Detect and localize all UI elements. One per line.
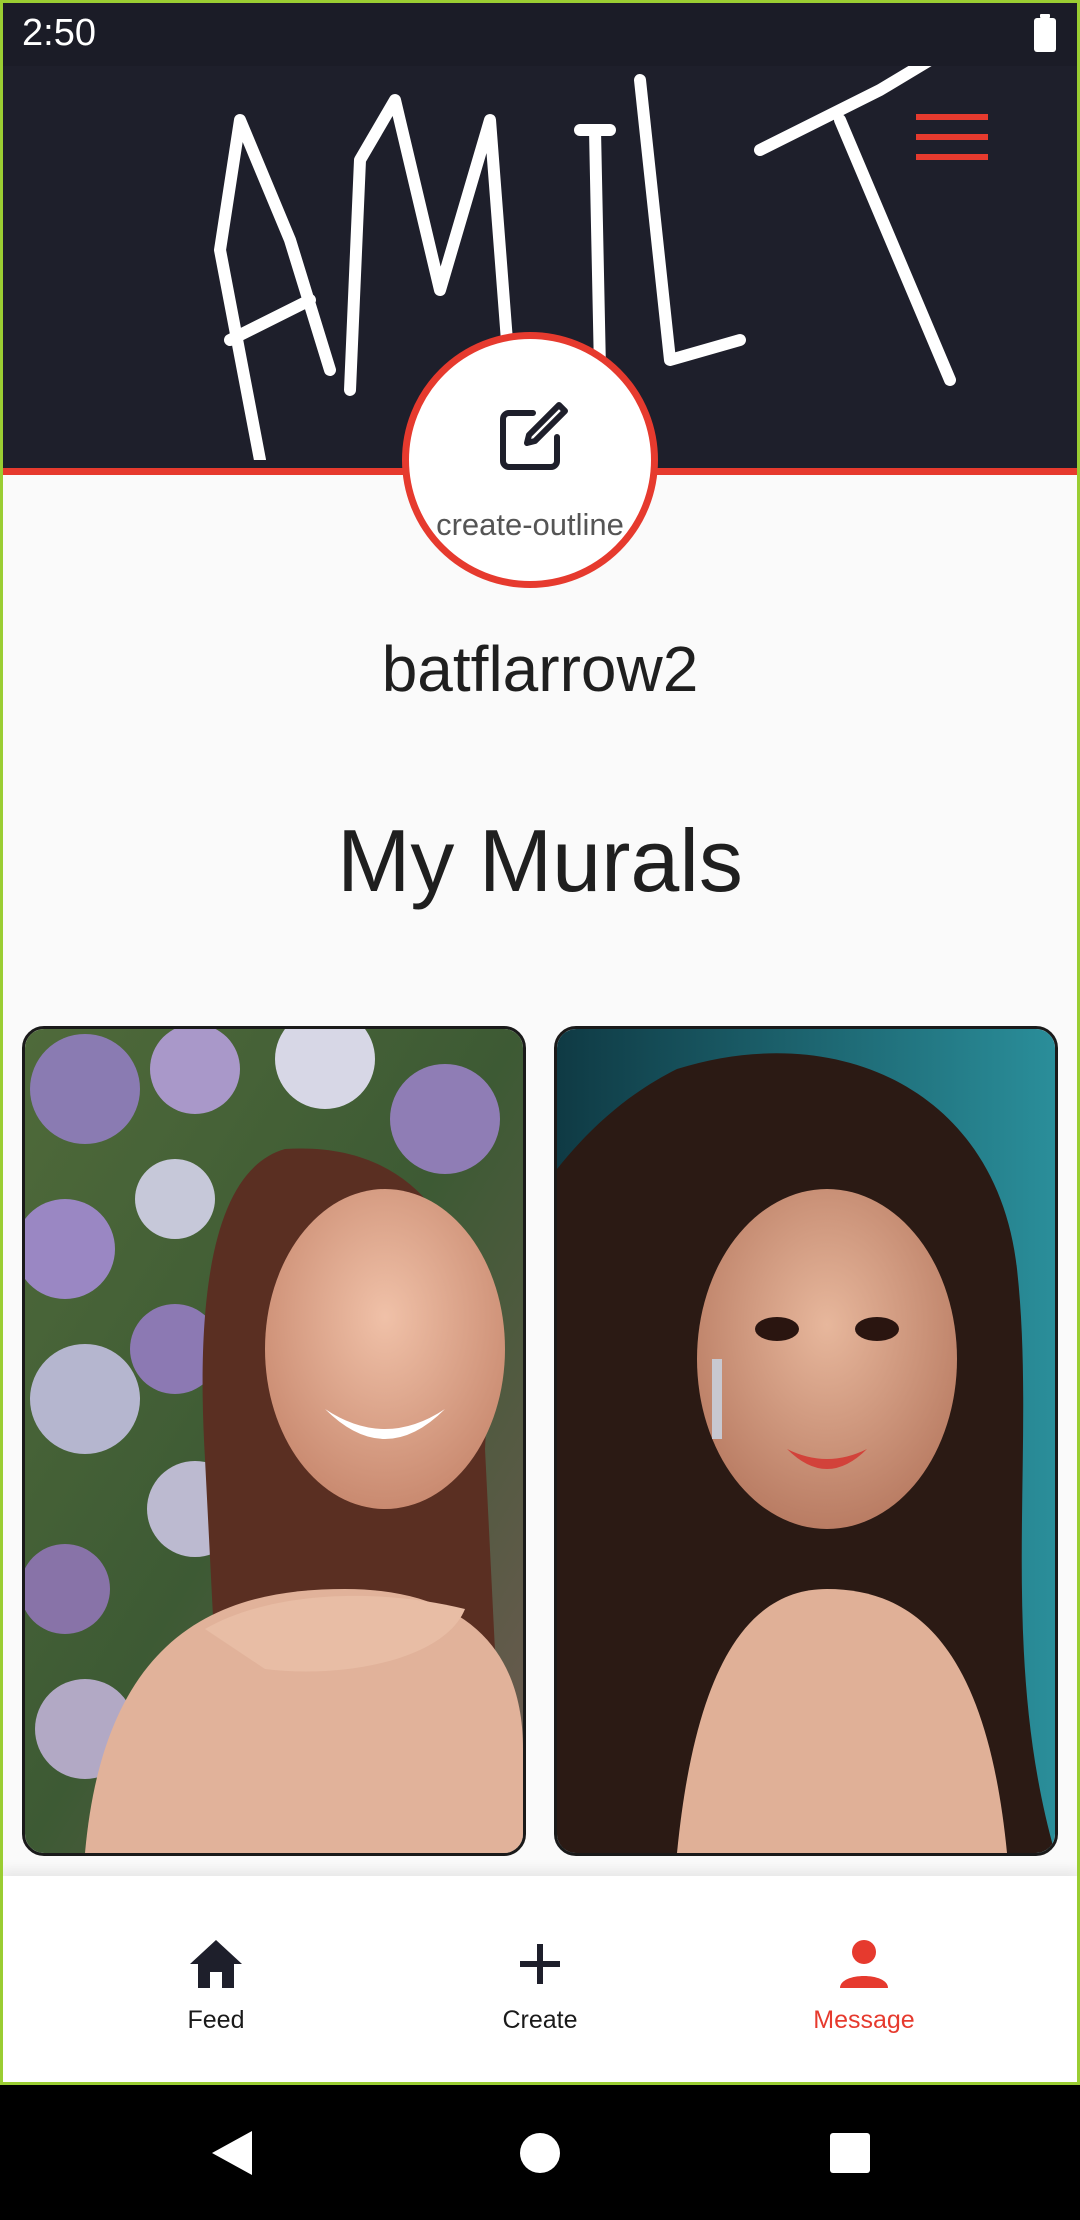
nav-feed-label: Feed xyxy=(187,2006,245,2034)
person-icon xyxy=(840,1940,888,1988)
section-title: My Murals xyxy=(337,811,743,910)
mural-card-1[interactable] xyxy=(22,1026,526,1856)
plus-icon xyxy=(520,1944,560,1984)
mural-card-2[interactable] xyxy=(554,1026,1058,1856)
home-circle-icon[interactable] xyxy=(508,2121,572,2185)
home-icon xyxy=(190,1940,242,1988)
status-bar: 2:50 xyxy=(0,0,1080,66)
create-outline-icon xyxy=(500,402,568,470)
edit-icon-label: create-outline xyxy=(436,507,624,542)
nav-create[interactable]: Create xyxy=(390,1876,690,2085)
username: batflarrow2 xyxy=(381,633,699,705)
mural-thumbnail-1 xyxy=(25,1029,523,1853)
recents-icon[interactable] xyxy=(818,2121,882,2185)
nav-feed[interactable]: Feed xyxy=(66,1876,366,2085)
nav-message-label: Message xyxy=(813,2006,915,2034)
back-icon[interactable] xyxy=(200,2121,264,2185)
bottom-navigation: Feed Create Message xyxy=(0,1876,1080,2085)
hamburger-menu-icon[interactable] xyxy=(912,108,992,168)
mural-thumbnail-2 xyxy=(557,1029,1055,1853)
nav-create-label: Create xyxy=(502,2006,578,2034)
battery-icon xyxy=(1034,14,1056,52)
status-time: 2:50 xyxy=(22,12,96,54)
edit-profile-button[interactable]: create-outline xyxy=(402,332,658,588)
system-navigation-bar xyxy=(0,2085,1080,2220)
nav-message[interactable]: Message xyxy=(714,1876,1014,2085)
